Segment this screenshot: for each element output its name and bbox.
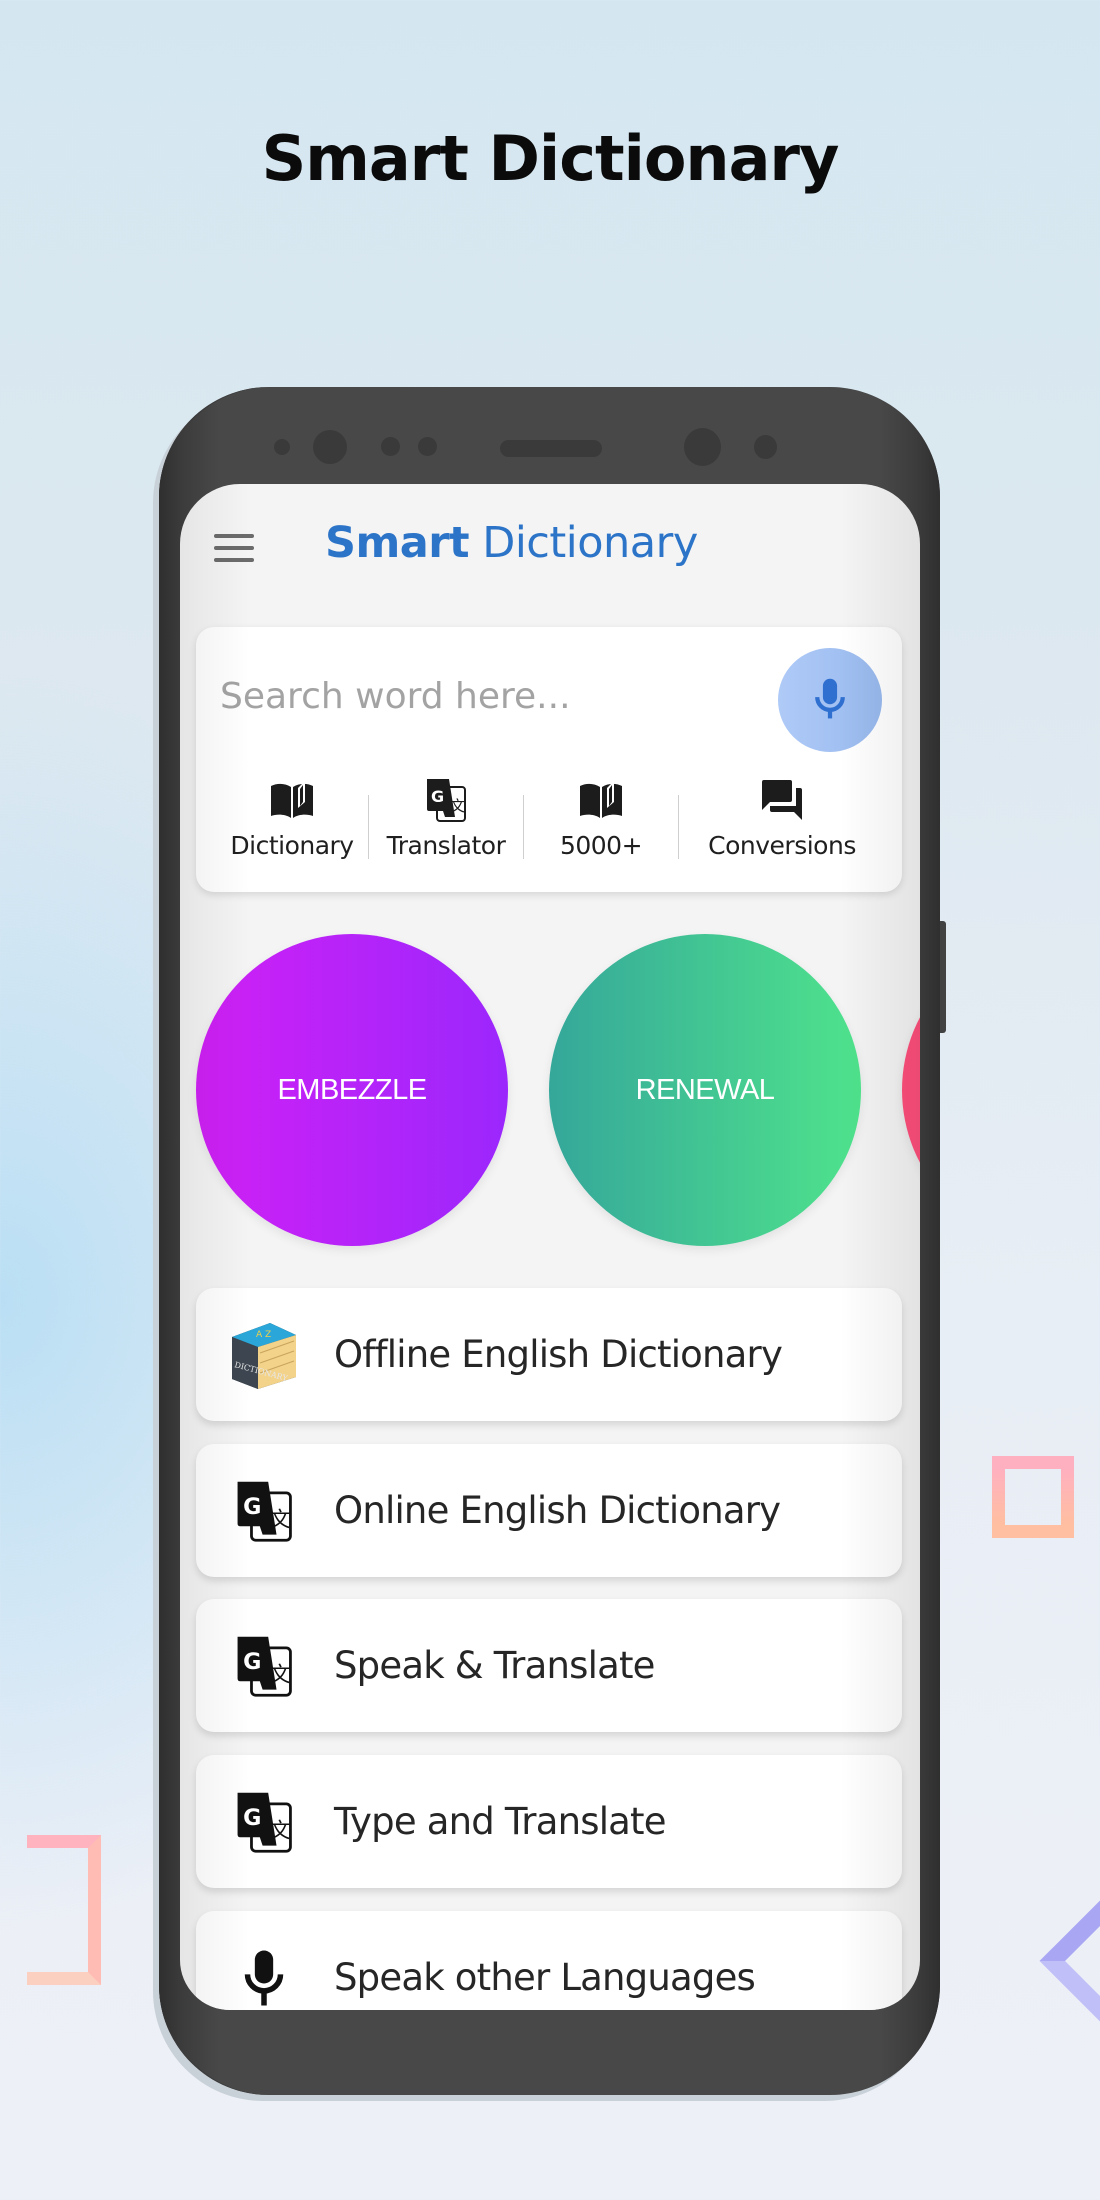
voice-search-button[interactable]	[778, 648, 882, 752]
menu-item-type-translate[interactable]: G 文 Type and Translate	[196, 1755, 902, 1888]
app-title-bold: Smart	[325, 518, 470, 568]
app-header: Smart Dictionary	[180, 484, 920, 594]
word-bubble[interactable]: EMBEZZLE	[196, 934, 508, 1246]
word-bubble[interactable]	[902, 934, 920, 1246]
quick-action-dictionary[interactable]: Dictionary	[216, 775, 368, 870]
sensor-dot	[381, 437, 400, 456]
svg-text:文: 文	[270, 1662, 291, 1686]
microphone-icon	[815, 678, 845, 719]
phone-screen: Smart Dictionary Search word here... Dic…	[180, 484, 920, 2010]
open-book-icon	[580, 781, 622, 818]
quick-action-5000-words[interactable]: 5000+	[524, 775, 678, 870]
sensor-dot	[754, 435, 777, 459]
sensor-dot	[418, 437, 437, 456]
quick-action-label: 5000+	[559, 831, 643, 860]
hero-title: Smart Dictionary	[261, 122, 840, 195]
menu-item-label: Type and Translate	[334, 1800, 667, 1843]
svg-text:文: 文	[450, 797, 465, 815]
front-camera	[313, 430, 347, 464]
quick-actions: Dictionary G 文 Translator 5000+ Conversi…	[216, 775, 886, 870]
hamburger-menu-icon[interactable]	[214, 534, 254, 562]
decorative-bracket	[27, 1835, 101, 1985]
iris-scanner	[684, 428, 721, 466]
google-translate-icon: G 文	[237, 1792, 292, 1853]
quick-action-translator[interactable]: G 文 Translator	[369, 775, 523, 870]
google-translate-icon: G 文	[237, 1481, 292, 1542]
quick-action-label: Translator	[386, 831, 506, 860]
menu-item-label: Offline English Dictionary	[334, 1333, 783, 1376]
sensor-dot	[274, 439, 290, 455]
app-title-regular: Dictionary	[482, 518, 698, 568]
word-bubble-label: EMBEZZLE	[277, 1073, 427, 1106]
menu-item-label: Online English Dictionary	[334, 1489, 781, 1532]
decorative-square	[992, 1456, 1074, 1538]
svg-text:G: G	[243, 1804, 261, 1830]
menu-item-speak-other-languages[interactable]: Speak other Languages	[196, 1911, 902, 2010]
quick-action-conversions[interactable]: Conversions	[679, 775, 885, 870]
word-bubble[interactable]: RENEWAL	[549, 934, 861, 1246]
menu-item-online-dictionary[interactable]: G 文 Online English Dictionary	[196, 1444, 902, 1577]
quick-action-label: Conversions	[708, 831, 856, 860]
word-bubble-label: RENEWAL	[635, 1073, 775, 1106]
svg-text:G: G	[243, 1493, 261, 1519]
svg-text:文: 文	[270, 1818, 291, 1842]
google-translate-icon: G 文	[237, 1636, 292, 1697]
menu-item-label: Speak & Translate	[334, 1644, 655, 1687]
search-input[interactable]	[218, 665, 742, 727]
chat-bubbles-icon	[762, 780, 802, 820]
search-card: Dictionary G 文 Translator	[196, 627, 902, 892]
svg-text:G: G	[243, 1648, 261, 1674]
quick-action-label: Dictionary	[230, 831, 354, 860]
google-translate-icon: G 文	[427, 779, 466, 822]
menu-item-speak-translate[interactable]: G 文 Speak & Translate	[196, 1599, 902, 1732]
word-carousel[interactable]: EMBEZZLE RENEWAL	[196, 934, 920, 1246]
svg-text:A Z: A Z	[256, 1330, 271, 1340]
earpiece-speaker	[500, 440, 602, 457]
dictionary-book-icon: DICTIONARY A Z	[232, 1322, 296, 1389]
svg-text:G: G	[431, 787, 444, 806]
microphone-icon	[244, 1950, 284, 2005]
svg-text:文: 文	[270, 1507, 291, 1531]
open-book-icon	[271, 781, 313, 818]
menu-item-offline-dictionary[interactable]: DICTIONARY A Z Offline English Dictionar…	[196, 1288, 902, 1421]
menu-item-label: Speak other Languages	[334, 1956, 756, 1999]
decorative-diamond	[1039, 1877, 1100, 2045]
app-title: Smart Dictionary	[325, 518, 698, 568]
